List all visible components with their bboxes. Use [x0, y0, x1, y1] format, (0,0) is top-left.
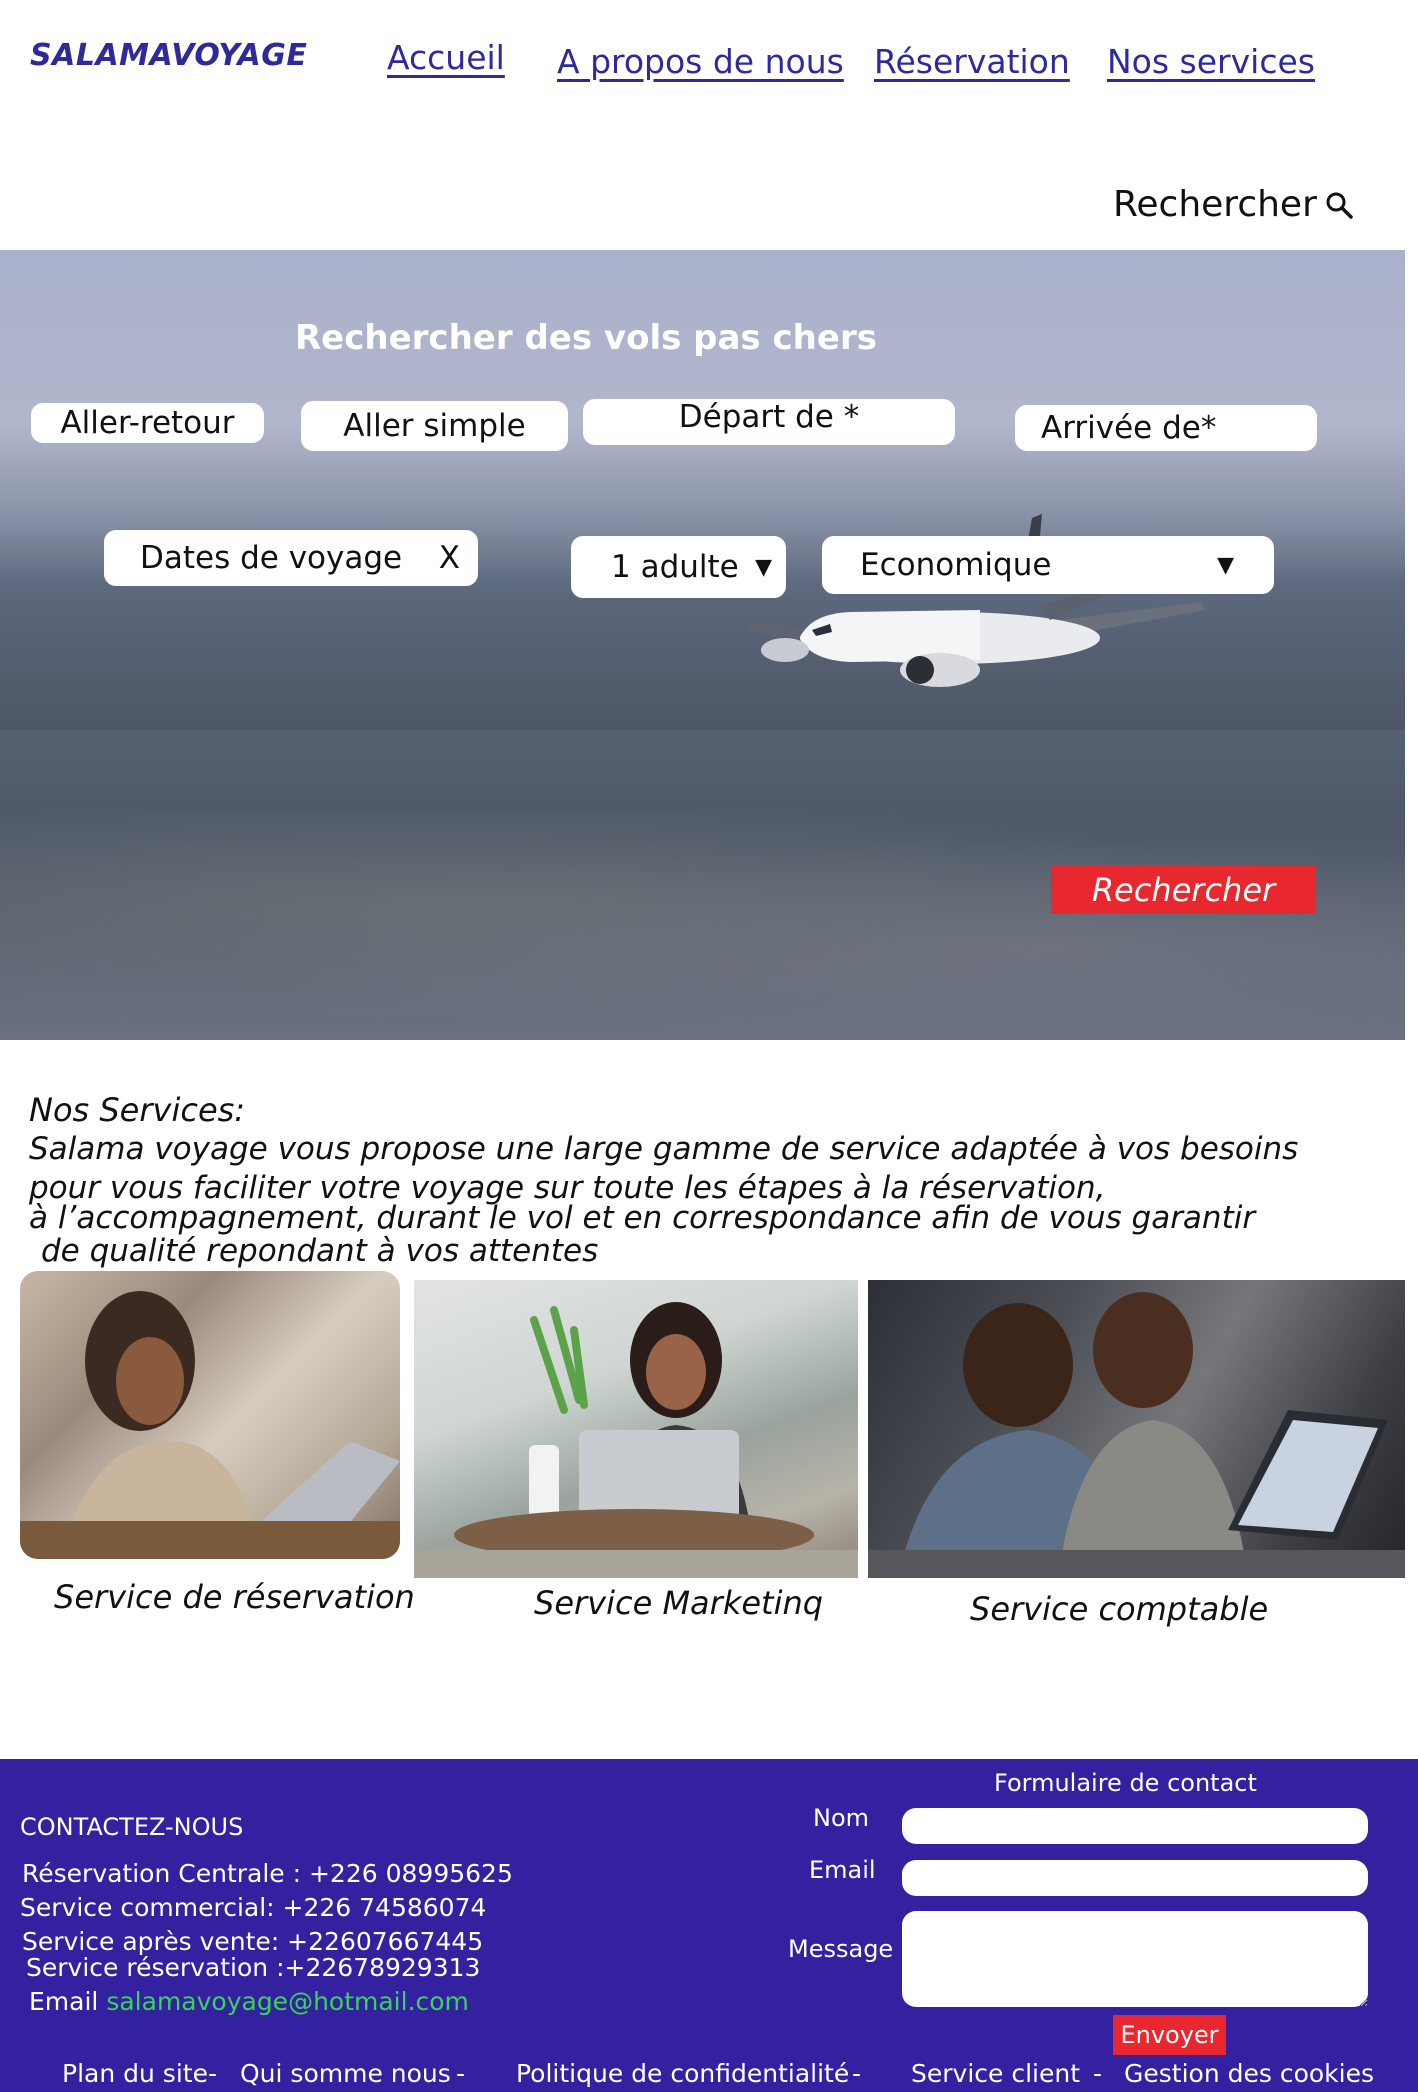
footer-separator: -	[1093, 2059, 1103, 2088]
hero-banner: Rechercher des vols pas chers Aller-reto…	[0, 250, 1405, 1040]
flight-search-button[interactable]: Rechercher	[1051, 866, 1316, 914]
cabin-class-value: Economique	[860, 547, 1052, 583]
service-caption-accounting: Service comptable	[970, 1590, 1269, 1628]
passengers-value: 1 adulte	[611, 549, 739, 585]
services-description-line: Salama voyage vous propose une large gam…	[29, 1131, 1299, 1167]
contact-form-title: Formulaire de contact	[994, 1769, 1257, 1797]
footer-email-row: Email salamavoyage@hotmail.com	[29, 1987, 469, 2016]
message-label: Message	[788, 1935, 894, 1963]
footer-link-privacy[interactable]: Politique de confidentialité	[516, 2059, 849, 2088]
footer-link-about[interactable]: Qui somme nous	[240, 2059, 451, 2088]
header-search-label: Rechercher	[1113, 184, 1317, 225]
nav-a-propos[interactable]: A propos de nous	[557, 42, 844, 81]
footer-contact-title: CONTACTEZ-NOUS	[20, 1813, 244, 1841]
footer-email-link[interactable]: salamavoyage@hotmail.com	[106, 1987, 469, 2016]
travel-dates-label: Dates de voyage	[140, 540, 403, 576]
trip-type-round-trip[interactable]: Aller-retour	[31, 403, 264, 443]
services-description-line: à l’accompagnement, durant le vol et en …	[29, 1200, 1256, 1236]
travel-dates-field[interactable]: Dates de voyage X	[104, 530, 478, 586]
marketing-service-photo	[414, 1280, 858, 1578]
footer-link-cookies[interactable]: Gestion des cookies	[1124, 2059, 1374, 2088]
footer-contact-line: Service réservation :+22678929313	[26, 1953, 481, 1982]
service-caption-reservation: Service de réservation	[54, 1578, 415, 1616]
nav-reservation[interactable]: Réservation	[874, 42, 1070, 81]
departure-field[interactable]: Départ de *	[583, 399, 955, 445]
arrival-field[interactable]: Arrivée de*	[1015, 405, 1317, 451]
message-textarea[interactable]	[902, 1911, 1368, 2007]
hero-title: Rechercher des vols pas chers	[295, 318, 877, 358]
hero-background-ground	[0, 810, 1405, 1040]
services-description-line: de qualité repondant à vos attentes	[41, 1233, 599, 1269]
footer-separator: -	[208, 2059, 218, 2088]
footer-link-sitemap[interactable]: Plan du site	[62, 2059, 208, 2088]
name-label: Nom	[813, 1804, 870, 1832]
email-label: Email	[809, 1856, 876, 1884]
email-input[interactable]	[902, 1860, 1368, 1896]
search-icon	[1326, 192, 1353, 219]
footer-contact-line: Service commercial: +226 74586074	[20, 1893, 487, 1922]
reservation-service-photo	[20, 1271, 400, 1559]
footer-separator: -	[852, 2059, 862, 2088]
name-input[interactable]	[902, 1808, 1368, 1844]
passengers-select[interactable]: 1 adulte ▼	[571, 536, 786, 598]
trip-type-one-way[interactable]: Aller simple	[301, 401, 568, 451]
footer-contact-line: Réservation Centrale : +226 08995625	[22, 1859, 513, 1888]
clear-dates-icon[interactable]: X	[439, 540, 460, 576]
caret-down-icon: ▼	[755, 554, 772, 580]
services-heading: Nos Services:	[29, 1091, 246, 1129]
nav-accueil[interactable]: Accueil	[387, 38, 505, 77]
send-button[interactable]: Envoyer	[1113, 2015, 1226, 2055]
site-logo[interactable]: SALAMAVOYAGE	[30, 38, 307, 73]
nav-nos-services[interactable]: Nos services	[1107, 42, 1315, 81]
footer-separator: -	[456, 2059, 466, 2088]
service-caption-marketing: Service Marketinq	[534, 1584, 824, 1622]
footer-contact-line: Service après vente: +22607667445	[22, 1927, 484, 1956]
footer: CONTACTEZ-NOUS Réservation Centrale : +2…	[0, 1759, 1418, 2092]
footer-email-label: Email	[29, 1987, 99, 2016]
header-search-button[interactable]: Rechercher	[1113, 184, 1355, 225]
cabin-class-select[interactable]: Economique ▼	[822, 536, 1274, 594]
footer-link-customer-service[interactable]: Service client	[911, 2059, 1080, 2088]
accounting-service-photo	[868, 1280, 1405, 1578]
caret-down-icon: ▼	[1217, 552, 1234, 578]
